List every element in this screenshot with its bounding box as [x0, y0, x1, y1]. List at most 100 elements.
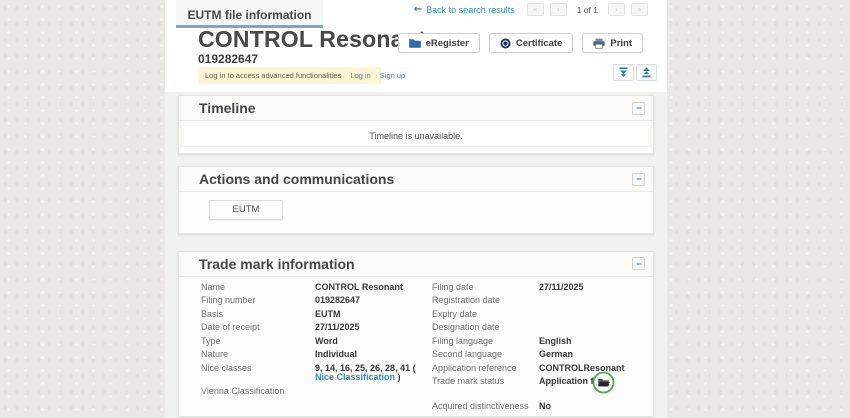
- certificate-label: Certificate: [516, 38, 562, 49]
- field-label: Name: [201, 283, 315, 293]
- trademark-section-body: Name CONTROL Resonant Filing number 0192…: [179, 277, 653, 416]
- field-label: Second language: [432, 350, 539, 360]
- info-row-nature: Nature Individual: [201, 350, 427, 360]
- info-row-application-reference: Application reference CONTROLResonant: [432, 364, 656, 374]
- field-label: Date of receipt: [201, 323, 315, 333]
- field-value: 27/11/2025: [539, 283, 656, 293]
- trademark-info-left-column: Name CONTROL Resonant Filing number 0192…: [201, 283, 427, 401]
- collapse-all-button[interactable]: [613, 64, 634, 81]
- status-folder-icon: [592, 371, 615, 397]
- pager-next-button[interactable]: ›: [608, 3, 625, 16]
- info-row-basis: Basis EUTM: [201, 310, 427, 320]
- trademark-filing-number: 019282647: [198, 52, 258, 66]
- field-label: Registration date: [432, 296, 539, 306]
- top-navigation: ← Back to search results « ‹ 1 of 1 › »: [414, 3, 648, 16]
- field-label: Filing language: [432, 337, 539, 347]
- pager-status: 1 of 1: [577, 5, 598, 15]
- nice-classes-numbers: 9, 14, 16, 25, 26, 28, 41 (: [315, 363, 416, 373]
- main-content: EUTM file information ← Back to search r…: [165, 0, 667, 418]
- eregister-button[interactable]: eRegister: [398, 33, 480, 53]
- field-value: 019282647: [315, 296, 427, 306]
- trademark-name-title: CONTROL Resonant: [198, 26, 426, 53]
- field-label: Expiry date: [432, 310, 539, 320]
- pager-last-button[interactable]: »: [631, 3, 648, 16]
- field-label: Filing number: [201, 296, 315, 306]
- info-row-filing-date: Filing date 27/11/2025: [432, 283, 656, 293]
- header-action-buttons: eRegister Certificate Print: [398, 33, 643, 53]
- print-icon: [593, 38, 605, 49]
- field-value: German: [539, 350, 656, 360]
- field-label: Type: [201, 337, 315, 347]
- actions-section-title: Actions and communications: [199, 171, 394, 187]
- print-button[interactable]: Print: [582, 33, 643, 53]
- timeline-collapse-button[interactable]: [632, 102, 645, 115]
- info-row-vienna-classification: Vienna Classification: [201, 387, 427, 397]
- field-label: Application reference: [432, 364, 539, 374]
- field-value: Individual: [315, 350, 427, 360]
- timeline-section-header: Timeline: [179, 96, 653, 121]
- collapse-icon: [636, 261, 642, 267]
- collapse-all-icon: [619, 67, 628, 78]
- collapse-icon: [636, 176, 642, 182]
- actions-communications-section: Actions and communications EUTM: [178, 166, 654, 234]
- field-value: English: [539, 337, 656, 347]
- info-row-type: Type Word: [201, 337, 427, 347]
- info-row-expiry-date: Expiry date: [432, 310, 656, 320]
- timeline-section-body: Timeline is unavailable.: [179, 121, 653, 153]
- field-value: EUTM: [315, 310, 427, 320]
- pager-first-button[interactable]: «: [527, 3, 544, 16]
- back-to-search-link[interactable]: ← Back to search results: [414, 4, 515, 15]
- trademark-info-section: Trade mark information Name CONTROL Reso…: [178, 251, 654, 417]
- field-label: Basis: [201, 310, 315, 320]
- info-row-filing-number: Filing number 019282647: [201, 296, 427, 306]
- info-row-nice-classes: Nice classes 9, 14, 16, 25, 26, 28, 41 (…: [201, 364, 427, 383]
- eutm-tab-button[interactable]: EUTM: [209, 200, 283, 220]
- field-label: Trade mark status: [432, 377, 539, 387]
- info-row-filing-language: Filing language English: [432, 337, 656, 347]
- info-row-second-language: Second language German: [432, 350, 656, 360]
- timeline-section-title: Timeline: [199, 100, 256, 116]
- certificate-button[interactable]: Certificate: [489, 33, 573, 53]
- nice-classification-link[interactable]: Nice Classification: [315, 372, 395, 382]
- print-label: Print: [610, 38, 632, 49]
- field-label: Filing date: [432, 283, 539, 293]
- trademark-section-header: Trade mark information: [179, 252, 653, 277]
- tab-eutm-file-information[interactable]: EUTM file information: [176, 0, 323, 28]
- field-label: Acquired distinctiveness: [432, 402, 539, 412]
- info-row-designation-date: Designation date: [432, 323, 656, 333]
- pager-prev-button[interactable]: ‹: [550, 3, 567, 16]
- login-link[interactable]: Log in: [350, 71, 370, 80]
- info-row-acquired-distinctiveness: Acquired distinctiveness No: [432, 402, 656, 412]
- field-label: Nice classes: [201, 364, 315, 383]
- field-value: [315, 387, 427, 397]
- actions-collapse-button[interactable]: [632, 173, 645, 186]
- back-arrow-icon: ←: [414, 4, 422, 15]
- field-label: Nature: [201, 350, 315, 360]
- field-value: No: [539, 402, 656, 412]
- login-banner-message: Log in to access advanced functionalitie…: [205, 71, 341, 80]
- signup-link[interactable]: Sign up: [380, 71, 405, 80]
- info-row-name: Name CONTROL Resonant: [201, 283, 427, 293]
- eregister-label: eRegister: [426, 38, 469, 49]
- certificate-icon: [500, 38, 511, 49]
- info-row-trademark-status: Trade mark status Application filed: [432, 377, 656, 387]
- expand-all-button[interactable]: [636, 64, 657, 81]
- timeline-section: Timeline Timeline is unavailable.: [178, 95, 654, 154]
- section-toggle-controls: [613, 64, 657, 81]
- actions-section-header: Actions and communications: [179, 167, 653, 192]
- field-value: [539, 296, 656, 306]
- trademark-info-right-column: Filing date 27/11/2025 Registration date…: [432, 283, 656, 416]
- expand-all-icon: [642, 67, 651, 78]
- back-link-label: Back to search results: [426, 5, 515, 15]
- field-value: 9, 14, 16, 25, 26, 28, 41 ( Nice Classif…: [315, 364, 427, 383]
- timeline-empty-message: Timeline is unavailable.: [181, 125, 651, 147]
- field-value: Word: [315, 337, 427, 347]
- field-value: [539, 323, 656, 333]
- login-banner: Log in to access advanced functionalitie…: [198, 67, 381, 84]
- info-row-date-of-receipt: Date of receipt 27/11/2025: [201, 323, 427, 333]
- field-label: Vienna Classification: [201, 387, 315, 397]
- folder-icon: [409, 38, 421, 48]
- page-header: EUTM file information ← Back to search r…: [165, 0, 667, 92]
- nice-classes-suffix: ): [398, 372, 401, 382]
- trademark-collapse-button[interactable]: [632, 257, 645, 270]
